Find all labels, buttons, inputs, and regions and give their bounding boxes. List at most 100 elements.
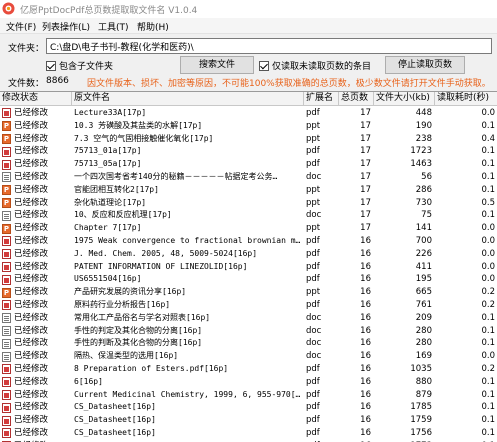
row-read-time: 0.1 xyxy=(481,376,495,387)
header-pages[interactable]: 总页数 xyxy=(339,92,374,106)
row-read-time: 0.0 xyxy=(481,274,495,285)
row-pages: 17 xyxy=(360,184,371,195)
row-pages: 16 xyxy=(360,363,371,374)
row-pages: 16 xyxy=(360,325,371,336)
table-row[interactable]: P 已经修改 10.3 芳磺酸及其盐类的水解[17p] ppt 17 190 0.1 xyxy=(0,120,497,133)
row-pages: 17 xyxy=(360,133,371,144)
table-row[interactable]: 已经修改 一个四次国考省考140分的秘籍－－－－－帖据定考公务… doc 17 56 0.… xyxy=(0,171,497,184)
row-pages: 17 xyxy=(360,171,371,182)
table-row[interactable]: 已经修改 6[16p] pdf 16 880 0.1 xyxy=(0,376,497,389)
row-extension: pdf xyxy=(306,146,320,157)
row-read-time: 0.1 xyxy=(481,184,495,195)
stop-reading-button[interactable]: 停止读取页数 xyxy=(385,56,465,74)
row-filename: US6551504[16p] xyxy=(74,274,142,284)
row-pages: 16 xyxy=(360,338,371,349)
table-row[interactable]: 已经修改 原料药行业分析报告[16p] pdf 16 761 0.2 xyxy=(0,299,497,312)
row-read-time: 0.1 xyxy=(481,312,495,323)
menu-file[interactable]: 文件(F) xyxy=(6,20,36,33)
header-filesize[interactable]: 文件大小(kb) xyxy=(374,92,435,106)
row-filesize: 141 xyxy=(415,223,432,234)
row-pages: 17 xyxy=(360,210,371,221)
file-list-grid[interactable]: 修改状态 原文件名 扩展名 总页数 文件大小(kb) 读取耗时(秒) 已经修改 L… xyxy=(0,91,497,442)
row-read-time: 0.2 xyxy=(481,287,495,298)
search-files-button[interactable]: 搜索文件 xyxy=(180,56,254,74)
row-filesize: 1463 xyxy=(410,159,432,170)
table-row[interactable]: 已经修改 10、反应和反应机理[17p] doc 17 75 0.1 xyxy=(0,209,497,222)
table-row[interactable]: 已经修改 1975 Weak convergence to fractional … xyxy=(0,235,497,248)
checkbox-checked-icon[interactable] xyxy=(46,60,56,71)
row-filename: Chapter 7[17p] xyxy=(74,223,142,233)
ppt-file-icon: P xyxy=(2,185,11,196)
table-row[interactable]: 已经修改 75713_05a[17p] pdf 17 1463 0.1 xyxy=(0,158,497,171)
pdf-file-icon xyxy=(2,300,11,311)
row-filesize: 730 xyxy=(415,197,432,208)
row-filesize: 761 xyxy=(415,299,432,310)
row-extension: doc xyxy=(306,210,322,221)
table-row[interactable]: 已经修改 手性的判定及其化合物的分离[16p] doc 16 280 0.1 xyxy=(0,325,497,338)
header-extension[interactable]: 扩展名 xyxy=(304,92,339,106)
row-read-time: 0.0 xyxy=(481,351,495,362)
row-extension: ppt xyxy=(306,133,321,144)
menu-list-operations[interactable]: 列表操作(L) xyxy=(42,20,90,33)
header-read-time[interactable]: 读取耗时(秒) xyxy=(435,92,497,106)
folder-path-input[interactable]: C:\盘D\电子书刊-教程(化学和医药)\ xyxy=(46,38,492,54)
include-subfolders-label: 包含子文件夹 xyxy=(59,62,114,72)
table-row[interactable]: 已经修改 CS_Datasheet[16p] pdf 16 1756 0.1 xyxy=(0,427,497,440)
row-read-time: 0.2 xyxy=(481,299,495,310)
row-pages: 17 xyxy=(360,223,371,234)
row-read-time: 0.0 xyxy=(481,261,495,272)
accuracy-notice: 因文件版本、损坏、加密等原因，不可能100%获取准确的总页数，极少数文件请打开文… xyxy=(87,79,491,89)
row-pages: 17 xyxy=(360,146,371,157)
row-extension: pdf xyxy=(306,389,320,400)
header-filename[interactable]: 原文件名 xyxy=(72,92,304,106)
row-status: 已经修改 xyxy=(14,235,49,246)
row-filename: 10、反应和反应机理[17p] xyxy=(74,210,172,220)
header-status[interactable]: 修改状态 xyxy=(0,92,72,106)
row-filesize: 195 xyxy=(415,274,432,285)
only-unread-checkbox[interactable]: 仅读取未读取页数的条目 xyxy=(259,59,371,72)
menu-tools[interactable]: 工具(T) xyxy=(98,20,129,33)
row-read-time: 0.1 xyxy=(481,338,495,349)
include-subfolders-checkbox[interactable]: 包含子文件夹 xyxy=(46,59,113,72)
row-filename: PATENT INFORMATION OF LINEZOLID[16p] xyxy=(74,261,248,271)
table-row[interactable]: P 已经修改 官能团相互转化2[17p] ppt 17 286 0.1 xyxy=(0,184,497,197)
row-read-time: 0.1 xyxy=(481,120,495,131)
menu-help[interactable]: 帮助(H) xyxy=(137,20,169,33)
row-extension: ppt xyxy=(306,223,321,234)
table-row[interactable]: 已经修改 手性的判断及其化合物的分离[16p] doc 16 280 0.1 xyxy=(0,337,497,350)
table-row[interactable]: P 已经修改 Chapter 7[17p] ppt 17 141 0.0 xyxy=(0,222,497,235)
pdf-file-icon xyxy=(2,402,11,413)
row-filesize: 1035 xyxy=(410,363,432,374)
table-row[interactable]: 已经修改 75713_01a[17p] pdf 17 1723 0.1 xyxy=(0,145,497,158)
table-row[interactable]: 已经修改 PATENT INFORMATION OF LINEZOLID[16p]… xyxy=(0,261,497,274)
row-filename: 6[16p] xyxy=(74,376,103,386)
table-row[interactable]: 已经修改 CS_Datasheet[16p] pdf 16 1785 0.1 xyxy=(0,401,497,414)
table-row[interactable]: 已经修改 J. Med. Chem. 2005, 48, 5009-5024[16… xyxy=(0,248,497,261)
table-row[interactable]: P 已经修改 7.3 空气的气固相接触催化氧化[17p] ppt 17 238 0.4 xyxy=(0,133,497,146)
table-row[interactable]: 已经修改 Current Medicinal Chemistry, 1999, 6… xyxy=(0,389,497,402)
table-row[interactable]: 已经修改 CS_Datasheet[16p] pdf 16 1759 0.1 xyxy=(0,414,497,427)
row-filesize: 56 xyxy=(421,171,432,182)
row-extension: pdf xyxy=(306,274,320,285)
row-filesize: 700 xyxy=(415,235,432,246)
table-row[interactable]: 已经修改 Lecture33A[17p] pdf 17 448 0.0 xyxy=(0,107,497,120)
table-row[interactable]: 已经修改 8 Preparation of Esters.pdf[16p] pdf 1… xyxy=(0,363,497,376)
row-filename: 75713_01a[17p] xyxy=(74,146,142,156)
row-filename: 隔热、保温类型的选用[16p] xyxy=(74,351,179,361)
doc-file-icon xyxy=(2,351,11,362)
ppt-file-icon: P xyxy=(2,197,11,208)
table-row[interactable]: 已经修改 US6551504[16p] pdf 16 195 0.0 xyxy=(0,273,497,286)
checkbox-checked-icon[interactable] xyxy=(259,60,269,71)
row-extension: pdf xyxy=(306,402,320,413)
row-read-time: 0.2 xyxy=(481,363,495,374)
doc-file-icon xyxy=(2,172,11,183)
row-pages: 17 xyxy=(360,120,371,131)
pdf-file-icon xyxy=(2,389,11,400)
row-status: 已经修改 xyxy=(14,274,49,285)
table-row[interactable]: P 已经修改 杂化轨道理论[17p] ppt 17 730 0.5 xyxy=(0,197,497,210)
table-row[interactable]: 已经修改 常用化工产品俗名与学名对照表[16p] doc 16 209 0.1 xyxy=(0,312,497,325)
table-row[interactable]: 已经修改 隔热、保温类型的选用[16p] doc 16 169 0.0 xyxy=(0,350,497,363)
table-row[interactable]: P 已经修改 产品研究发展的资讯分享[16p] ppt 16 665 0.2 xyxy=(0,286,497,299)
row-extension: pdf xyxy=(306,108,320,118)
row-filesize: 280 xyxy=(415,325,432,336)
